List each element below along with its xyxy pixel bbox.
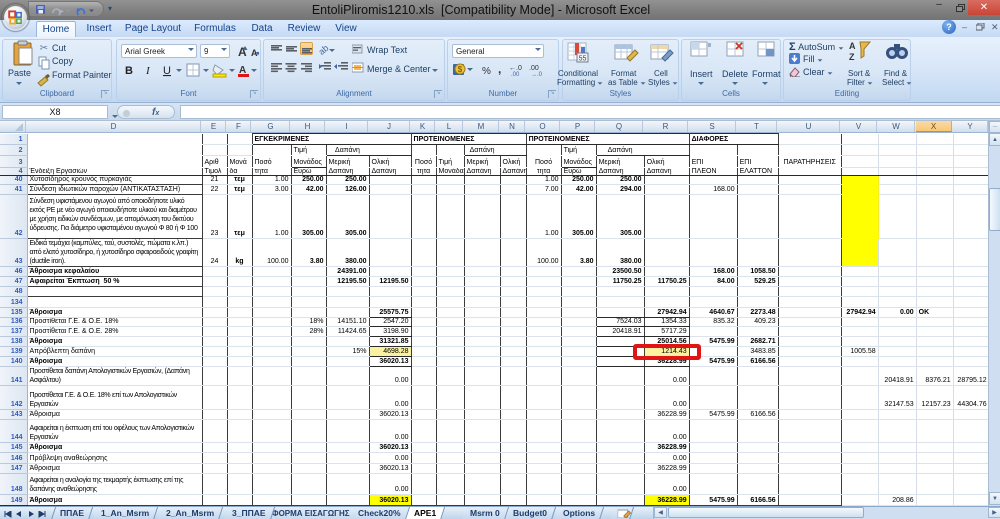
svg-text:%: % xyxy=(482,66,491,77)
svg-text:I: I xyxy=(145,65,151,77)
svg-text:$: $ xyxy=(458,65,463,74)
svg-text:Z: Z xyxy=(849,52,855,62)
svg-text:55: 55 xyxy=(579,56,587,63)
svg-text:ab: ab xyxy=(318,43,331,55)
svg-text:→.0: →.0 xyxy=(531,72,543,77)
svg-text:←.0: ←.0 xyxy=(509,65,522,72)
svg-text:.00: .00 xyxy=(529,65,539,72)
svg-text:,: , xyxy=(498,62,501,76)
svg-text:U: U xyxy=(163,65,171,77)
svg-text:B: B xyxy=(125,65,133,77)
svg-text:✂: ✂ xyxy=(40,43,48,54)
svg-text:A: A xyxy=(849,41,856,51)
svg-text:.00: .00 xyxy=(511,72,520,77)
